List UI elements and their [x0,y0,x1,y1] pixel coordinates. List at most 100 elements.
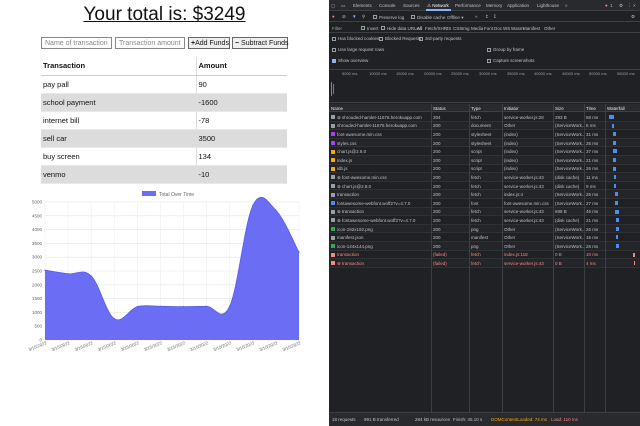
invert-checkbox[interactable]: Invert [361,26,378,31]
type-filter-font[interactable]: Font [484,26,493,31]
request-initiator[interactable]: service-worker.js:43 [504,218,554,223]
filter-icon[interactable]: ▼ [352,14,356,19]
subtract-funds-button[interactable]: − Subtract Funds [232,37,289,49]
type-filter-ws[interactable]: WS [503,26,510,31]
request-row[interactable]: icon-144x144.png 200 png Other (ServiceWork.… [329,241,640,251]
request-initiator[interactable]: Other [504,235,554,240]
request-row[interactable]: ⊗ shrouded-hamlet-11676.herokuapp.com 304… [329,113,640,122]
network-overview-timeline[interactable]: 5000 ms 10000 ms 15000 ms 20000 ms 25000… [329,70,640,103]
request-initiator[interactable]: (index) [504,149,554,154]
type-filter-media[interactable]: Media [471,26,483,31]
disable-cache-checkbox[interactable]: Disable cache [411,15,445,20]
import-icon[interactable]: ↥ [485,14,489,20]
col-status[interactable]: Status [433,106,468,111]
transaction-name-input[interactable]: Name of transaction [41,37,112,49]
request-initiator[interactable]: service-worker.js:28 [504,115,554,120]
hide-data-urls-checkbox[interactable]: Hide data URLs [381,26,419,31]
large-rows-checkbox[interactable]: Use large request rows [332,47,384,52]
type-filter-img[interactable]: Img [462,26,470,31]
type-filter-all[interactable]: All [417,26,422,31]
group-by-frame-checkbox[interactable]: Group by frame [487,47,524,52]
request-row[interactable]: font-awesome.min.css 200 stylesheet (index)… [329,130,640,139]
request-initiator[interactable]: (index) [504,158,554,163]
third-party-checkbox[interactable]: 3rd-party requests [419,36,462,41]
tab-performance[interactable]: Performance [455,3,481,8]
type-filter-css[interactable]: CSS [453,26,462,31]
request-row[interactable]: ⊗ transaction (failed) fetch service-worker… [329,259,640,268]
timeline-activity [333,84,334,94]
request-initiator[interactable]: service-worker.js:43 [504,175,554,180]
show-overview-checkbox[interactable]: Show overview [332,58,368,63]
table-header-row: Transaction Amount [41,57,287,76]
tab-console[interactable]: Console [379,3,396,8]
search-icon[interactable]: ⚲ [362,14,365,20]
request-initiator[interactable]: service-worker.js:43 [504,184,554,189]
request-initiator[interactable]: Other [504,227,554,232]
col-size[interactable]: Size [555,106,585,111]
type-filter-doc[interactable]: Doc [494,26,502,31]
export-icon[interactable]: ↧ [493,14,497,20]
request-row[interactable]: shrouded-hamlet-11676.herokuapp.com 200 do… [329,121,640,131]
request-initiator[interactable]: (index) [504,132,554,137]
transaction-amount-input[interactable]: Transaction amount [115,37,185,49]
blocked-cookies-checkbox[interactable]: Has blocked cookies [332,36,379,41]
request-name: ⊗ shrouded-hamlet-11676.herokuapp.com [331,115,431,121]
request-row[interactable]: idb.js 200 script (index) (ServiceWork... 26 … [329,165,640,174]
column-divider [553,104,554,412]
type-filter-js[interactable]: JS [446,26,451,31]
device-toggle-icon[interactable]: ▭ [341,3,345,9]
request-initiator[interactable]: index.js:118 [504,252,554,257]
request-row[interactable]: ⊗ fontawesome-webfont.woff2?v=4.7.0 200 fe… [329,216,640,225]
request-row[interactable]: styles.css 200 stylesheet (index) (ServiceWo… [329,138,640,148]
request-row[interactable]: ⊗ chart.js@2.8.0 200 fetch service-worker.j… [329,182,640,191]
more-options-icon[interactable]: ⋮ [627,3,632,9]
request-row[interactable]: transaction 200 fetch index.js:4 (ServiceWor… [329,190,640,199]
request-row[interactable]: chart.js@2.8.0 200 script (index) (ServiceWo… [329,147,640,156]
request-initiator[interactable]: Other [504,244,554,249]
record-icon[interactable]: ● [332,14,335,19]
type-filter-fetch[interactable]: Fetch/XHR [425,26,447,31]
settings-icon[interactable]: ⚙ [619,3,623,9]
request-initiator[interactable]: (index) [504,166,554,171]
preserve-log-checkbox[interactable]: Preserve log [373,15,404,20]
filter-input[interactable]: Filter [332,26,342,31]
tab-sources[interactable]: Sources [403,3,420,8]
request-initiator[interactable]: (index) [504,141,554,146]
request-row[interactable]: index.js 200 script (index) (ServiceWork... 2… [329,155,640,165]
col-name[interactable]: Name [331,106,431,111]
request-row[interactable]: manifest.json 200 manifest Other (ServiceWor… [329,233,640,242]
request-initiator[interactable]: service-worker.js:43 [504,209,554,214]
close-icon[interactable]: × [633,3,636,8]
type-filter-wasm[interactable]: Wasm [511,26,524,31]
request-row[interactable]: fontawesome-webfont.woff2?v=4.7.0 200 font… [329,199,640,208]
blocked-requests-checkbox[interactable]: Blocked Requests [379,36,421,41]
col-initiator[interactable]: Initiator [504,106,554,111]
request-name: ⊗ fontawesome-webfont.woff2?v=4.7.0 [331,218,431,224]
tab-lighthouse[interactable]: Lighthouse [537,3,559,8]
request-row[interactable]: transaction (failed) fetch index.js:118 0 B 1… [329,251,640,260]
request-initiator[interactable]: Other [504,123,554,128]
col-waterfall[interactable]: Waterfall [607,106,639,111]
wifi-icon[interactable]: ≈ [475,14,477,19]
add-funds-button[interactable]: +Add Funds [188,37,230,49]
more-tabs-icon[interactable]: » [565,3,568,8]
request-initiator[interactable]: service-worker.js:43 [504,261,554,266]
request-row[interactable]: icon-192x192.png 200 png Other (ServiceWork.… [329,224,640,234]
inspect-icon[interactable]: ▢ [331,3,335,9]
tab-application[interactable]: Application [507,3,529,8]
request-initiator[interactable]: index.js:4 [504,192,554,197]
request-row[interactable]: ⊗ font-awesome.min.css 200 fetch service-wo… [329,173,640,182]
col-time[interactable]: Time [586,106,606,111]
clear-icon[interactable]: ⊘ [342,14,346,20]
error-count-icon[interactable]: ● [605,3,608,8]
type-filter-manifest[interactable]: Manifest [523,26,540,31]
tab-elements[interactable]: Elements [353,3,372,8]
network-settings-icon[interactable]: ⚙ [631,14,635,20]
type-filter-other[interactable]: Other [544,26,555,31]
tab-memory[interactable]: Memory [486,3,502,8]
col-type[interactable]: Type [471,106,501,111]
capture-screenshots-checkbox[interactable]: Capture screenshots [487,58,535,63]
throttle-select[interactable]: Offline ▾ [447,15,463,21]
request-row[interactable]: ⊗ transaction 200 fetch service-worker.js:4… [329,207,640,217]
request-initiator[interactable]: font-awesome.min.css [504,201,554,206]
